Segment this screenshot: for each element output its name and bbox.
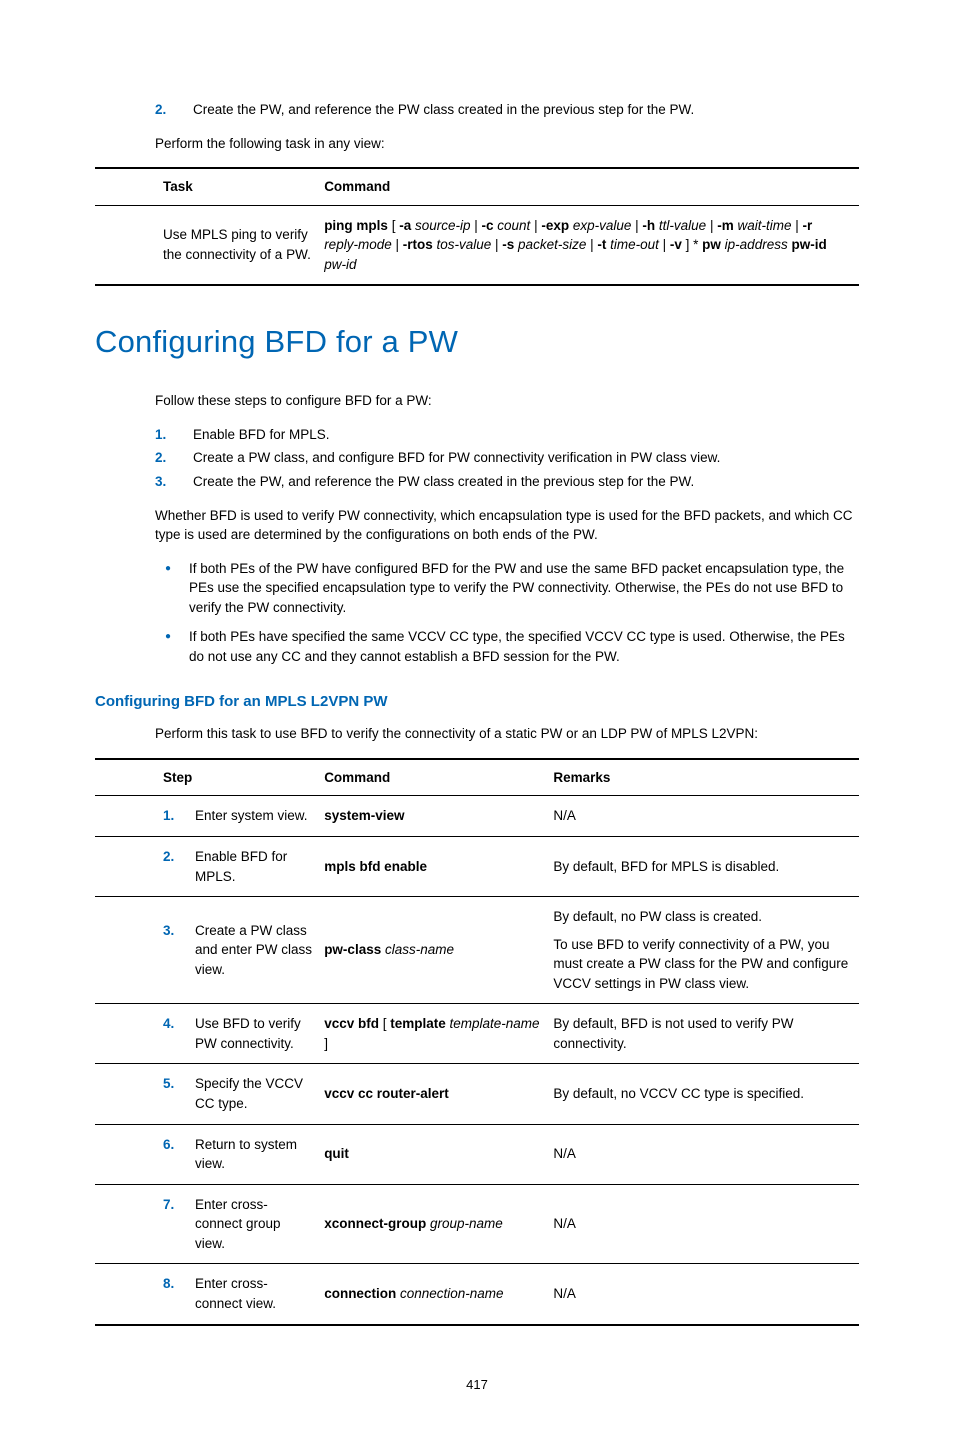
step-cell: 8. Enter cross-connect view. [95,1264,324,1325]
step-text: Return to system view. [195,1135,314,1174]
table-row: 6. Return to system view. quit N/A [95,1124,859,1184]
remarks-cell: By default, BFD is not used to verify PW… [553,1004,859,1064]
command-cell: pw-class class-name [324,897,553,1004]
bfd-steps: 1. Enable BFD for MPLS. 2. Create a PW c… [95,425,859,492]
col-task: Task [95,168,324,205]
step-number: 6. [163,1135,195,1155]
page-number: 417 [95,1376,859,1395]
heading-configuring-bfd: Configuring BFD for a PW [95,320,859,365]
intro-step-block: 2. Create the PW, and reference the PW c… [95,100,859,120]
step-text: Create a PW class, and configure BFD for… [193,448,720,468]
bfd-bullets: ● If both PEs of the PW have configured … [95,559,859,667]
step-text: Use BFD to verify PW connectivity. [195,1014,314,1053]
bullet-icon: ● [165,559,189,618]
step-text: Enter system view. [195,806,308,826]
bfd-intro: Follow these steps to configure BFD for … [95,391,859,411]
table-row: 4. Use BFD to verify PW connectivity. vc… [95,1004,859,1064]
remarks-cell: N/A [553,796,859,837]
command-cell: connection connection-name [324,1264,553,1325]
table-row: Use MPLS ping to verify the connectivity… [95,205,859,285]
step-cell: 1. Enter system view. [95,796,324,837]
table-header-row: Task Command [95,168,859,205]
table-header-row: Step Command Remarks [95,759,859,796]
step-number: 4. [163,1014,195,1034]
step-cell: 4. Use BFD to verify PW connectivity. [95,1004,324,1064]
step-number: 7. [163,1195,195,1215]
heading-l2vpn-pw: Configuring BFD for an MPLS L2VPN PW [95,691,859,713]
table-row: 1. Enter system view. system-view N/A [95,796,859,837]
col-step: Step [95,759,324,796]
remarks-cell: By default, no VCCV CC type is specified… [553,1064,859,1124]
intro-task-line: Perform the following task in any view: [95,134,859,154]
list-item: 1. Enable BFD for MPLS. [95,425,859,445]
step-number: 8. [163,1274,195,1294]
intro-step-item: 2. Create the PW, and reference the PW c… [95,100,859,120]
step-number: 5. [163,1074,195,1094]
command-cell: mpls bfd enable [324,836,553,896]
bfd-paragraph: Whether BFD is used to verify PW connect… [95,506,859,545]
remarks-cell: By default, no PW class is created. To u… [553,897,859,1004]
step-text: Create the PW, and reference the PW clas… [193,472,694,492]
step-number: 1. [163,806,195,826]
step-number: 2. [155,100,193,120]
step-text: Enter cross-connect view. [195,1274,314,1313]
step-number: 3. [163,921,195,941]
step-cell: 7. Enter cross-connect group view. [95,1184,324,1264]
table-row: 2. Enable BFD for MPLS. mpls bfd enable … [95,836,859,896]
step-number: 2. [163,847,195,867]
step-text: Create a PW class and enter PW class vie… [195,921,314,980]
task-table: Task Command Use MPLS ping to verify the… [95,167,859,286]
step-cell: 6. Return to system view. [95,1124,324,1184]
bullet-icon: ● [165,627,189,666]
step-number: 2. [155,448,193,468]
table-row: 8. Enter cross-connect view. connection … [95,1264,859,1325]
bullet-item: ● If both PEs have specified the same VC… [95,627,859,666]
step-text: Create the PW, and reference the PW clas… [193,100,694,120]
step-text: Enable BFD for MPLS. [193,425,330,445]
table-row: 5. Specify the VCCV CC type. vccv cc rou… [95,1064,859,1124]
command-cell: system-view [324,796,553,837]
table-row: 7. Enter cross-connect group view. xconn… [95,1184,859,1264]
list-item: 3. Create the PW, and reference the PW c… [95,472,859,492]
command-cell: xconnect-group group-name [324,1184,553,1264]
table-row: 3. Create a PW class and enter PW class … [95,897,859,1004]
command-cell: vccv bfd [ template template-name ] [324,1004,553,1064]
bullet-text: If both PEs of the PW have configured BF… [189,559,859,618]
step-cell: 5. Specify the VCCV CC type. [95,1064,324,1124]
step-cell: 2. Enable BFD for MPLS. [95,836,324,896]
bullet-item: ● If both PEs of the PW have configured … [95,559,859,618]
remarks-cell: N/A [553,1264,859,1325]
h3-intro: Perform this task to use BFD to verify t… [95,724,859,744]
list-item: 2. Create a PW class, and configure BFD … [95,448,859,468]
command-cell: vccv cc router-alert [324,1064,553,1124]
remarks-cell: N/A [553,1184,859,1264]
step-text: Enable BFD for MPLS. [195,847,314,886]
step-text: Specify the VCCV CC type. [195,1074,314,1113]
remarks-cell: N/A [553,1124,859,1184]
step-number: 3. [155,472,193,492]
step-text: Enter cross-connect group view. [195,1195,314,1254]
command-cell: quit [324,1124,553,1184]
command-cell: ping mpls [ -a source-ip | -c count | -e… [324,205,859,285]
step-cell: 3. Create a PW class and enter PW class … [95,897,324,1004]
task-cell: Use MPLS ping to verify the connectivity… [95,205,324,285]
step-number: 1. [155,425,193,445]
bfd-steps-table: Step Command Remarks 1. Enter system vie… [95,758,859,1326]
bullet-text: If both PEs have specified the same VCCV… [189,627,859,666]
col-command: Command [324,168,859,205]
remarks-cell: By default, BFD for MPLS is disabled. [553,836,859,896]
col-remarks: Remarks [553,759,859,796]
col-command: Command [324,759,553,796]
